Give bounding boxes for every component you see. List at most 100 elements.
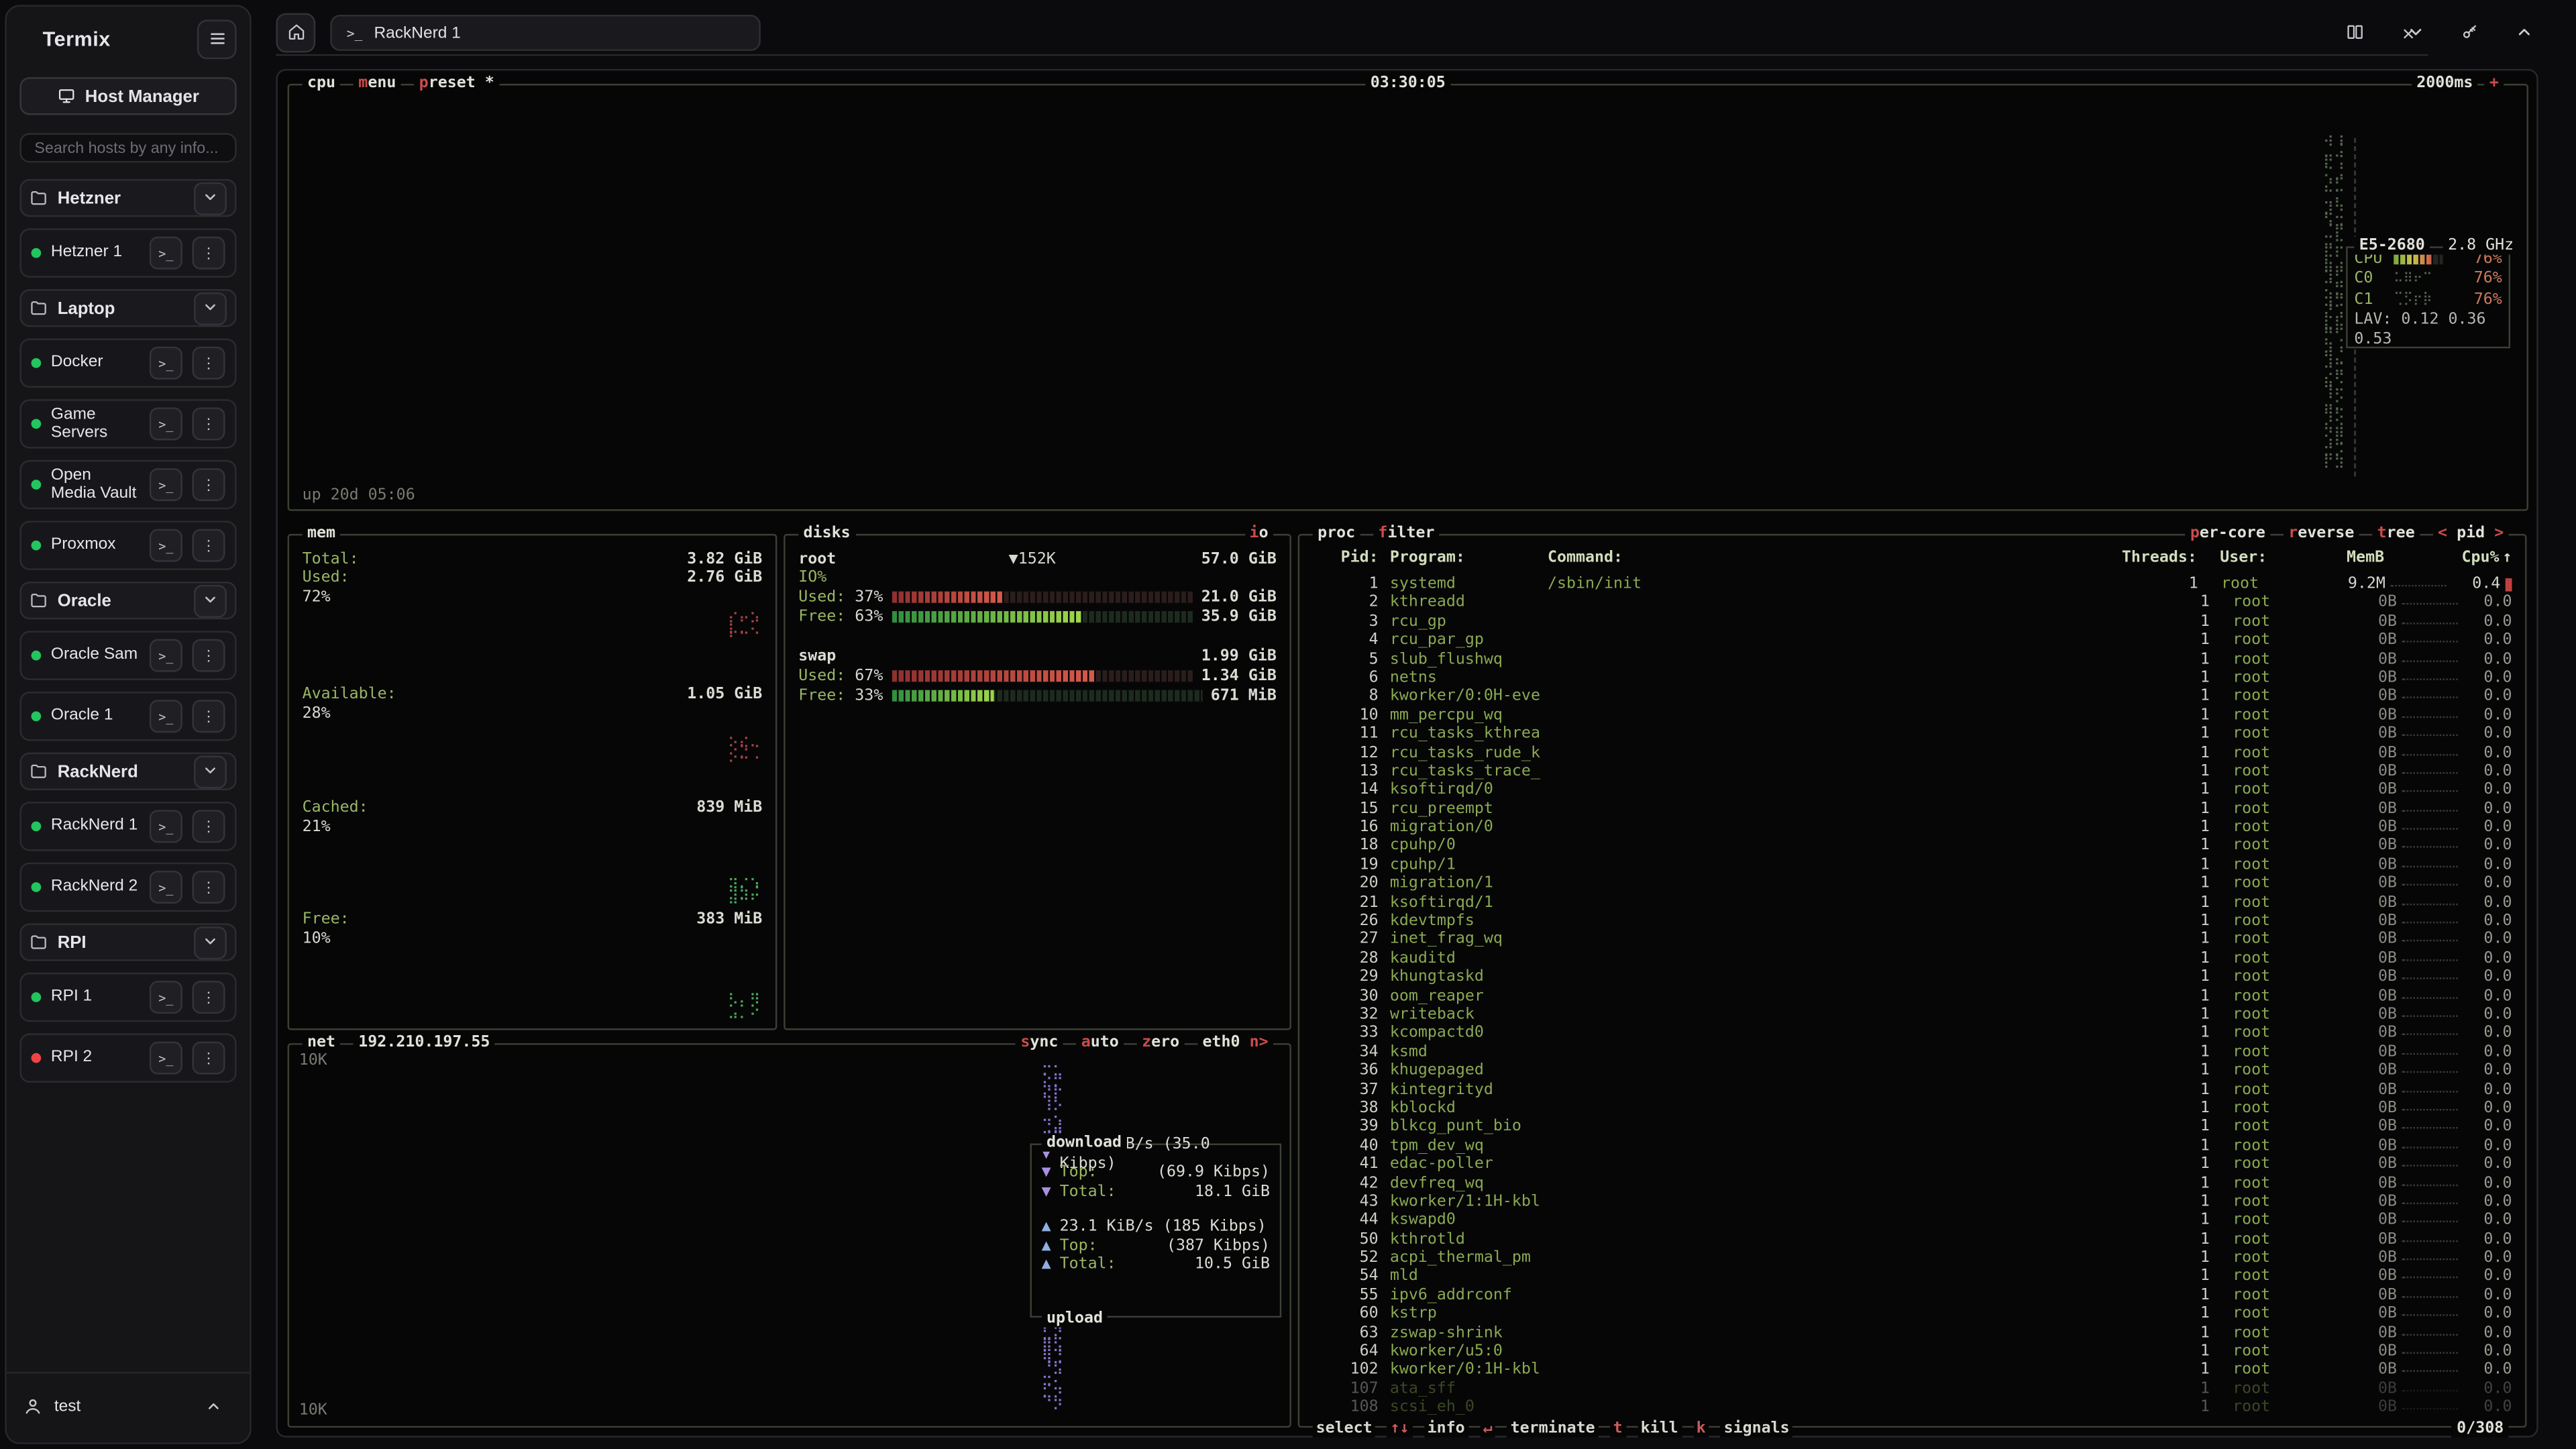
footer-key[interactable]: k bbox=[1693, 1419, 1709, 1438]
process-row[interactable]: 33kcompactd01root0B0.0 bbox=[1299, 1024, 2525, 1043]
process-row[interactable]: 21ksoftirqd/11root0B0.0 bbox=[1299, 893, 2525, 912]
group-collapse-button[interactable] bbox=[194, 926, 227, 959]
process-row[interactable]: 13rcu_tasks_trace_1root0B0.0 bbox=[1299, 762, 2525, 781]
process-row[interactable]: 32writeback1root0B0.0 bbox=[1299, 1006, 2525, 1024]
process-row[interactable]: 42devfreq_wq1root0B0.0 bbox=[1299, 1174, 2525, 1193]
net-auto-button[interactable]: auto bbox=[1076, 1033, 1124, 1052]
host-connect-button[interactable]: >_ bbox=[150, 529, 182, 562]
home-button[interactable] bbox=[276, 13, 315, 53]
host-connect-button[interactable]: >_ bbox=[150, 871, 182, 904]
host-connect-button[interactable]: >_ bbox=[150, 468, 182, 501]
preset-button[interactable]: preset * bbox=[414, 74, 499, 93]
process-row[interactable]: 14ksoftirqd/01root0B0.0 bbox=[1299, 781, 2525, 800]
net-zero-button[interactable]: zero bbox=[1137, 1033, 1185, 1052]
group-collapse-button[interactable] bbox=[194, 292, 227, 325]
process-row[interactable]: 11rcu_tasks_kthrea1root0B0.0 bbox=[1299, 724, 2525, 743]
group-header-rpi[interactable]: RPI bbox=[19, 923, 236, 961]
group-collapse-button[interactable] bbox=[194, 755, 227, 788]
net-interface-switcher[interactable]: eth0 n> bbox=[1197, 1033, 1273, 1052]
host-menu-button[interactable]: ⋮ bbox=[193, 981, 225, 1014]
host-menu-button[interactable]: ⋮ bbox=[193, 468, 225, 501]
process-row[interactable]: 64kworker/u5:01root0B0.0 bbox=[1299, 1342, 2525, 1361]
reverse-button[interactable]: reverse bbox=[2284, 524, 2359, 543]
process-row[interactable]: 60kstrp1root0B0.0 bbox=[1299, 1305, 2525, 1324]
host-menu-button[interactable]: ⋮ bbox=[193, 529, 225, 562]
filter-button[interactable]: filter bbox=[1373, 524, 1440, 543]
sidebar-menu-button[interactable] bbox=[197, 19, 237, 59]
host-menu-button[interactable]: ⋮ bbox=[193, 1042, 225, 1075]
search-input[interactable] bbox=[19, 133, 236, 162]
host-item-racknerd-1[interactable]: RackNerd 1>_⋮ bbox=[19, 802, 236, 851]
process-row[interactable]: 3rcu_gp1root0B0.0 bbox=[1299, 612, 2525, 631]
menu-button[interactable]: menu bbox=[354, 74, 401, 93]
process-row[interactable]: 6netns1root0B0.0 bbox=[1299, 669, 2525, 688]
update-interval[interactable]: 2000ms bbox=[2412, 74, 2478, 93]
footer-key[interactable]: t bbox=[1610, 1419, 1626, 1438]
footer-action[interactable]: select bbox=[1313, 1419, 1376, 1438]
process-row[interactable]: 39blkcg_punt_bio1root0B0.0 bbox=[1299, 1118, 2525, 1136]
host-menu-button[interactable]: ⋮ bbox=[193, 237, 225, 270]
process-row[interactable]: 5slub_flushwq1root0B0.0 bbox=[1299, 650, 2525, 669]
process-row[interactable]: 41edac-poller1root0B0.0 bbox=[1299, 1155, 2525, 1174]
collapse-panel-button[interactable] bbox=[2396, 13, 2435, 53]
process-row[interactable]: 37kintegrityd1root0B0.0 bbox=[1299, 1080, 2525, 1099]
group-header-oracle[interactable]: Oracle bbox=[19, 582, 236, 619]
host-connect-button[interactable]: >_ bbox=[150, 810, 182, 843]
host-connect-button[interactable]: >_ bbox=[150, 407, 182, 440]
process-row[interactable]: 43kworker/1:1H-kbl1root0B0.0 bbox=[1299, 1193, 2525, 1212]
host-item-rpi-2[interactable]: RPI 2>_⋮ bbox=[19, 1033, 236, 1082]
host-item-game-servers[interactable]: Game Servers>_⋮ bbox=[19, 399, 236, 448]
process-row[interactable]: 8kworker/0:0H-eve1root0B0.0 bbox=[1299, 688, 2525, 706]
host-menu-button[interactable]: ⋮ bbox=[193, 810, 225, 843]
process-row[interactable]: 27inet_frag_wq1root0B0.0 bbox=[1299, 930, 2525, 949]
host-item-oracle-sam[interactable]: Oracle Sam>_⋮ bbox=[19, 631, 236, 680]
tree-button[interactable]: tree bbox=[2372, 524, 2420, 543]
process-row[interactable]: 26kdevtmpfs1root0B0.0 bbox=[1299, 912, 2525, 930]
group-collapse-button[interactable] bbox=[194, 584, 227, 617]
process-row[interactable]: 44kswapd01root0B0.0 bbox=[1299, 1212, 2525, 1230]
process-row[interactable]: 52acpi_thermal_pm1root0B0.0 bbox=[1299, 1248, 2525, 1267]
host-item-open-media-vault[interactable]: Open Media Vault>_⋮ bbox=[19, 460, 236, 509]
group-header-racknerd[interactable]: RackNerd bbox=[19, 753, 236, 790]
process-row[interactable]: 19cpuhp/11root0B0.0 bbox=[1299, 856, 2525, 875]
process-row[interactable]: 63zswap-shrink1root0B0.0 bbox=[1299, 1324, 2525, 1342]
process-row[interactable]: 12rcu_tasks_rude_k1root0B0.0 bbox=[1299, 743, 2525, 762]
host-menu-button[interactable]: ⋮ bbox=[193, 700, 225, 733]
host-item-oracle-1[interactable]: Oracle 1>_⋮ bbox=[19, 692, 236, 741]
process-row[interactable]: 40tpm_dev_wq1root0B0.0 bbox=[1299, 1136, 2525, 1155]
process-row[interactable]: 15rcu_preempt1root0B0.0 bbox=[1299, 800, 2525, 818]
host-connect-button[interactable]: >_ bbox=[150, 639, 182, 672]
footer-action[interactable]: terminate bbox=[1507, 1419, 1599, 1438]
host-item-hetzner-1[interactable]: Hetzner 1>_⋮ bbox=[19, 228, 236, 277]
process-row[interactable]: 102kworker/0:1H-kbl1root0B0.0 bbox=[1299, 1361, 2525, 1380]
process-row[interactable]: 1systemd/sbin/init1root9.2M0.4 bbox=[1299, 575, 2525, 594]
net-sync-button[interactable]: sync bbox=[1016, 1033, 1063, 1052]
tab-active-host[interactable]: >_ RackNerd 1 bbox=[330, 15, 761, 51]
expand-panel-button[interactable] bbox=[2504, 13, 2543, 53]
host-connect-button[interactable]: >_ bbox=[150, 1042, 182, 1075]
host-connect-button[interactable]: >_ bbox=[150, 237, 182, 270]
process-row[interactable]: 18cpuhp/01root0B0.0 bbox=[1299, 837, 2525, 856]
host-connect-button[interactable]: >_ bbox=[150, 347, 182, 380]
host-connect-button[interactable]: >_ bbox=[150, 981, 182, 1014]
host-menu-button[interactable]: ⋮ bbox=[193, 871, 225, 904]
sort-column-switcher[interactable]: < pid > bbox=[2433, 524, 2509, 543]
footer-action[interactable]: signals bbox=[1721, 1419, 1793, 1438]
process-row[interactable]: 10mm_percpu_wq1root0B0.0 bbox=[1299, 706, 2525, 724]
footer-action[interactable]: kill bbox=[1638, 1419, 1682, 1438]
process-row[interactable]: 2kthreadd1root0B0.0 bbox=[1299, 594, 2525, 612]
footer-key[interactable]: ↑↓ bbox=[1387, 1419, 1413, 1438]
host-item-docker[interactable]: Docker>_⋮ bbox=[19, 338, 236, 387]
host-item-racknerd-2[interactable]: RackNerd 2>_⋮ bbox=[19, 863, 236, 912]
interval-plus-button[interactable]: + bbox=[2485, 74, 2504, 93]
process-row[interactable]: 107ata_sff1root0B0.0 bbox=[1299, 1380, 2525, 1399]
process-row[interactable]: 38kblockd1root0B0.0 bbox=[1299, 1099, 2525, 1118]
process-row[interactable]: 30oom_reaper1root0B0.0 bbox=[1299, 987, 2525, 1006]
process-row[interactable]: 50kthrotld1root0B0.0 bbox=[1299, 1230, 2525, 1248]
host-connect-button[interactable]: >_ bbox=[150, 700, 182, 733]
ssh-keys-button[interactable] bbox=[2449, 13, 2489, 53]
per-core-button[interactable]: per-core bbox=[2185, 524, 2270, 543]
terminal-view[interactable]: cpu menu preset * 03:30:05 2000ms + ⢽⢱⡀⢨… bbox=[276, 69, 2538, 1438]
process-row[interactable]: 28kauditd1root0B0.0 bbox=[1299, 949, 2525, 968]
process-row[interactable]: 4rcu_par_gp1root0B0.0 bbox=[1299, 631, 2525, 650]
